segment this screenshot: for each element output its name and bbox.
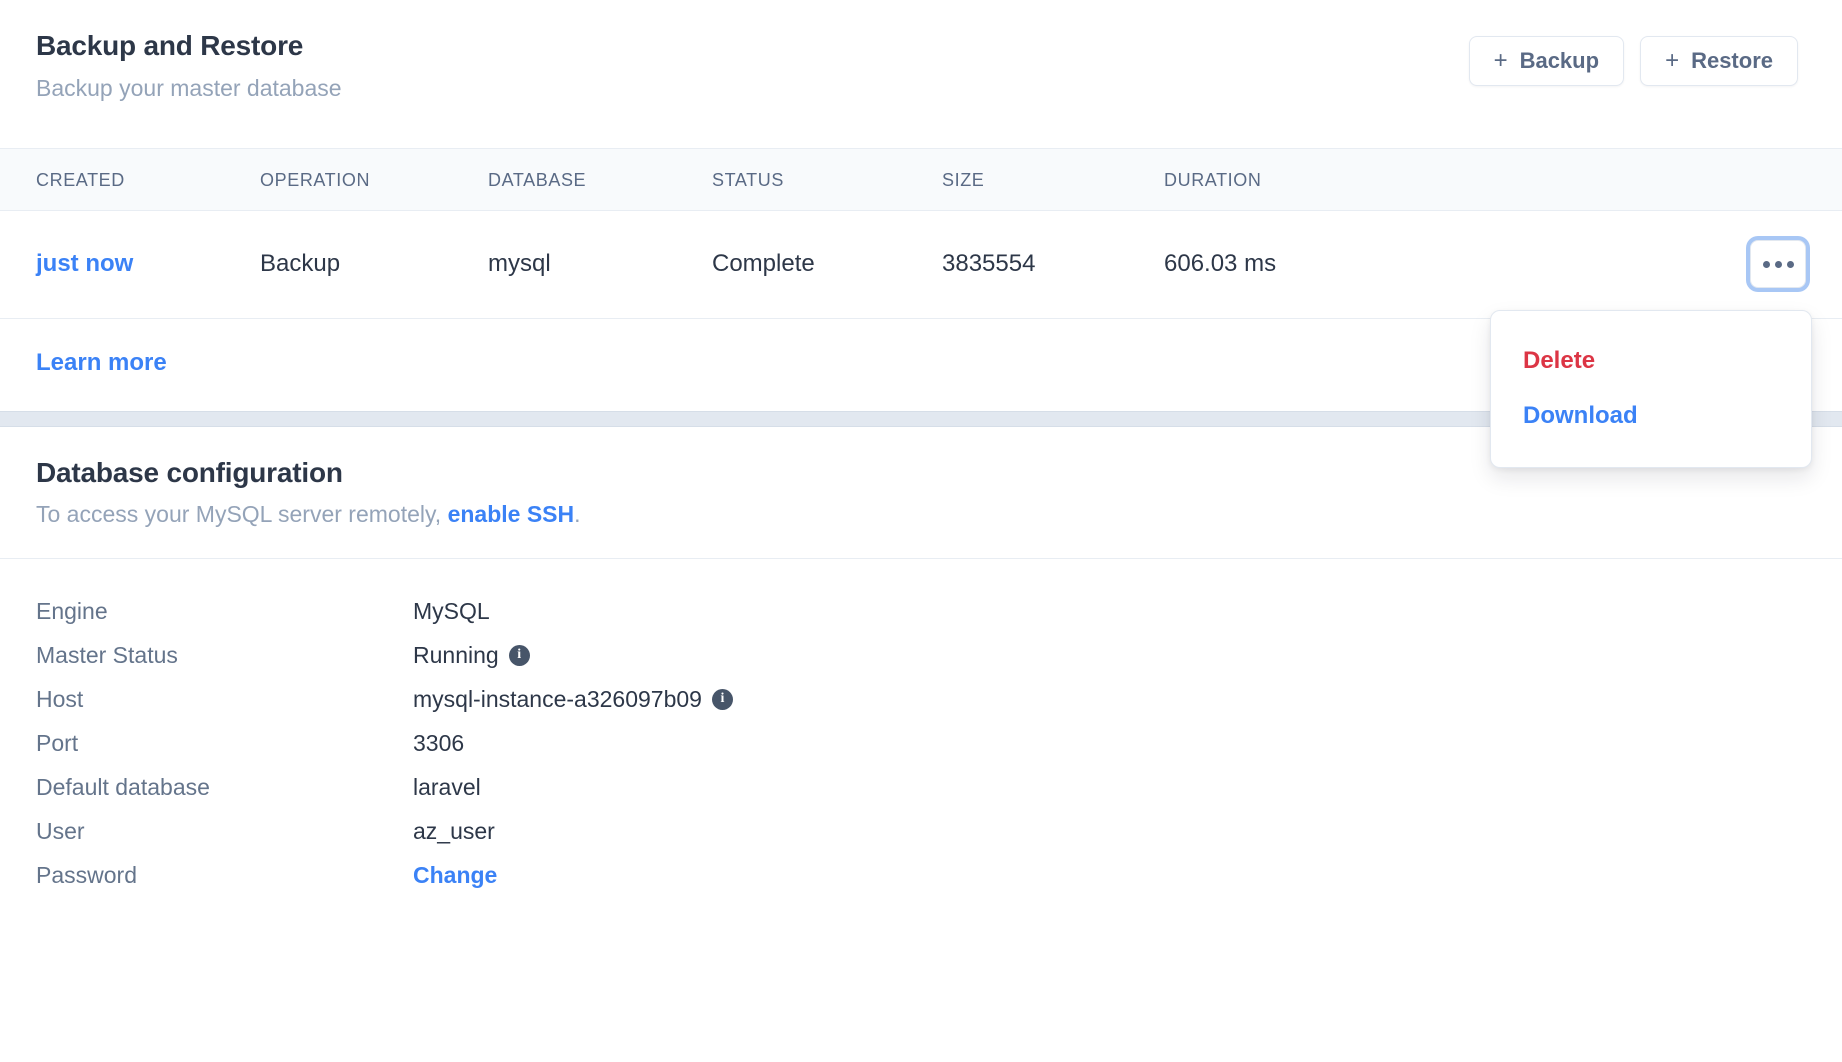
table-header: CREATED OPERATION DATABASE STATUS SIZE D… (0, 148, 1842, 211)
card-header: Backup and Restore Backup your master da… (0, 0, 1842, 148)
config-value: Running i (413, 642, 530, 669)
config-row-port: Port 3306 (36, 721, 1806, 765)
config-value: MySQL (413, 598, 490, 625)
config-row-host: Host mysql-instance-a326097b09 i (36, 677, 1806, 721)
config-key: Default database (36, 773, 210, 800)
column-header-status[interactable]: STATUS (712, 148, 942, 211)
menu-item-delete[interactable]: Delete (1491, 333, 1811, 388)
config-value-text: MySQL (413, 597, 490, 624)
column-header-created[interactable]: CREATED (0, 148, 260, 211)
config-row-engine: Engine MySQL (36, 589, 1806, 633)
config-value: laravel (413, 774, 481, 801)
config-row-default-database: Default database laravel (36, 765, 1806, 809)
config-subtitle-suffix: . (574, 501, 581, 528)
plus-icon: + (1665, 47, 1680, 74)
config-value-text: az_user (413, 817, 495, 844)
config-value-text: laravel (413, 773, 481, 800)
column-header-operation[interactable]: OPERATION (260, 148, 488, 211)
learn-more-link[interactable]: Learn more (36, 349, 167, 376)
cell-actions (1484, 210, 1842, 319)
database-configuration-card: Database configuration To access your My… (0, 427, 1842, 898)
config-row-master-status: Master Status Running i (36, 633, 1806, 677)
config-value-text: mysql-instance-a326097b09 (413, 685, 702, 712)
add-restore-button[interactable]: + Restore (1640, 36, 1798, 86)
config-value: az_user (413, 818, 495, 845)
cell-duration: 606.03 ms (1164, 210, 1484, 319)
cell-status: Complete (712, 210, 942, 319)
table-row: just now Backup mysql Complete 3835554 6… (0, 210, 1842, 319)
config-subtitle: To access your MySQL server remotely, en… (36, 501, 1806, 528)
info-icon[interactable]: i (711, 688, 733, 710)
enable-ssh-link[interactable]: enable SSH (448, 501, 575, 527)
config-key: Master Status (36, 641, 178, 668)
config-key: Host (36, 685, 84, 712)
config-key: Password (36, 861, 137, 888)
header-actions: + Backup + Restore (1468, 24, 1806, 86)
config-row-user: User az_user (36, 809, 1806, 853)
ellipsis-icon-dot (1786, 260, 1794, 268)
config-value: 3306 (413, 730, 464, 757)
config-key: Port (36, 729, 79, 756)
config-value-text: Running (413, 641, 499, 668)
info-icon[interactable]: i (508, 644, 530, 666)
backups-table: CREATED OPERATION DATABASE STATUS SIZE D… (0, 148, 1842, 319)
backup-created-link[interactable]: just now (36, 250, 133, 277)
add-backup-label: Backup (1519, 48, 1600, 73)
add-restore-label: Restore (1691, 48, 1773, 73)
row-actions-menu-button[interactable] (1750, 240, 1806, 288)
change-password-link[interactable]: Change (413, 862, 497, 889)
column-header-duration[interactable]: DURATION (1164, 148, 1484, 211)
config-subtitle-prefix: To access your MySQL server remotely, (36, 501, 448, 528)
plus-icon: + (1493, 47, 1508, 74)
config-list: Engine MySQL Master Status Running i Hos… (0, 559, 1842, 897)
ellipsis-icon-dot (1774, 260, 1782, 268)
config-value-text: 3306 (413, 729, 465, 756)
cell-operation: Backup (260, 210, 488, 319)
page-subtitle: Backup your master database (36, 75, 342, 102)
page-title: Backup and Restore (36, 30, 304, 61)
cell-created: just now (0, 210, 260, 319)
ellipsis-icon-dot (1762, 260, 1770, 268)
cell-size: 3835554 (942, 210, 1164, 319)
config-key: User (36, 817, 85, 844)
add-backup-button[interactable]: + Backup (1468, 36, 1625, 86)
column-header-size[interactable]: SIZE (942, 148, 1164, 211)
config-key: Engine (36, 597, 108, 624)
column-header-database[interactable]: DATABASE (488, 148, 712, 211)
row-actions-dropdown: Delete Download (1490, 310, 1812, 469)
cell-database: mysql (488, 210, 712, 319)
config-row-password: Password Change (36, 853, 1806, 897)
column-header-actions (1484, 148, 1842, 211)
config-value: Change (413, 862, 497, 889)
table-header-row: CREATED OPERATION DATABASE STATUS SIZE D… (0, 148, 1842, 211)
config-value: mysql-instance-a326097b09 i (413, 686, 733, 713)
menu-item-download[interactable]: Download (1491, 388, 1811, 443)
table-body: just now Backup mysql Complete 3835554 6… (0, 210, 1842, 319)
header-text-block: Backup and Restore Backup your master da… (36, 24, 342, 104)
